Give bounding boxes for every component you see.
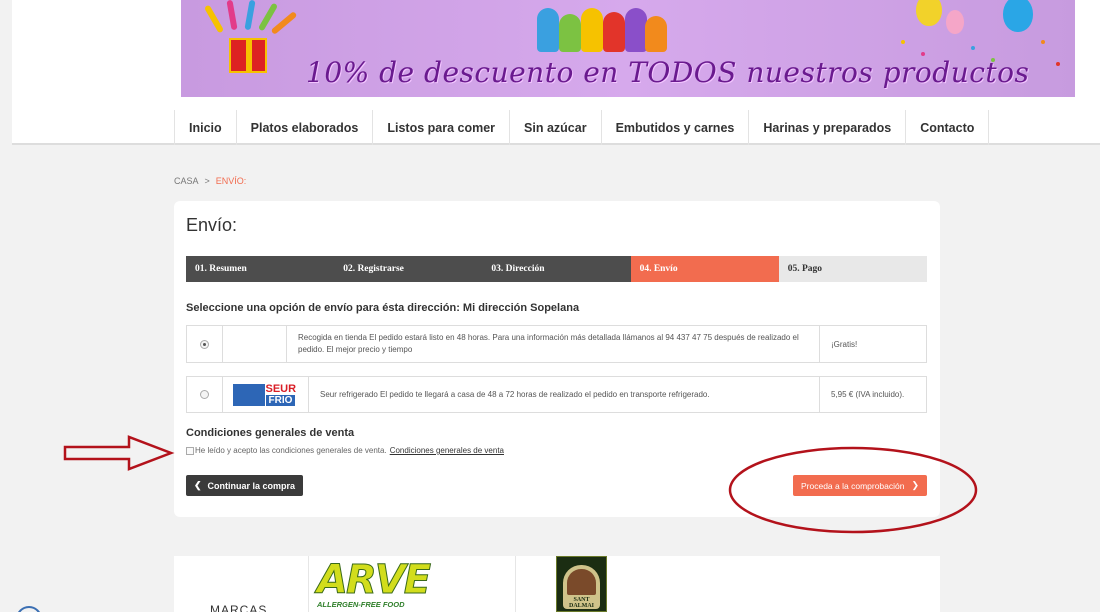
seur-frio-logo: SEUR FRIO <box>232 382 299 406</box>
breadcrumb: CASA > ENVÍO: <box>174 176 246 186</box>
nav-item-embutidos-y-carnes[interactable]: Embutidos y carnes <box>602 110 750 145</box>
step-pago: 05. Pago <box>778 256 927 282</box>
shipping-option-pickup[interactable]: Recogida en tienda El pedido estará list… <box>186 325 927 363</box>
gift-box-graphic <box>229 38 267 73</box>
nav-item-platos-elaborados[interactable]: Platos elaborados <box>237 110 374 145</box>
help-bubble-icon[interactable] <box>16 606 42 612</box>
radio-cell <box>187 326 223 362</box>
confetti-graphic <box>971 46 975 50</box>
nav-item-inicio[interactable]: Inicio <box>174 110 237 145</box>
red-arrow-annotation <box>63 435 175 471</box>
frio-logo-text: FRIO <box>265 394 296 406</box>
breadcrumb-separator: > <box>204 176 210 186</box>
step-registrarse[interactable]: 02. Registrarse <box>334 256 483 282</box>
terms-checkbox-label[interactable]: He leído y acepto las condiciones genera… <box>195 446 387 455</box>
continue-shopping-label: Continuar la compra <box>207 480 296 491</box>
shipping-prompt: Seleccione una opción de envío para ésta… <box>186 302 580 314</box>
pickup-radio[interactable] <box>200 339 209 349</box>
terms-checkbox[interactable] <box>186 446 194 455</box>
conditions-row: He leído y acepto las condiciones genera… <box>186 446 504 455</box>
seur-description: Seur refrigerado El pedido te llegará a … <box>309 377 820 412</box>
nav-item-listos-para-comer[interactable]: Listos para comer <box>373 110 511 145</box>
balloon-graphic <box>1003 0 1033 32</box>
arve-logo-tagline: ALLERGEN-FREE FOOD <box>317 600 405 609</box>
seur-radio[interactable] <box>200 390 209 399</box>
confetti-graphic <box>1041 40 1045 44</box>
page-title: Envío: <box>186 215 238 235</box>
breadcrumb-home-link[interactable]: CASA <box>174 176 199 186</box>
terms-link[interactable]: Condiciones generales de venta <box>390 446 504 455</box>
nav-item-sin-azucar[interactable]: Sin azúcar <box>510 110 602 145</box>
seur-logo-cell: SEUR FRIO <box>223 377 309 412</box>
checkout-steps: 01. Resumen 02. Registrarse 03. Direcció… <box>186 256 927 282</box>
balloon-graphic <box>946 10 964 34</box>
step-resumen[interactable]: 01. Resumen <box>186 256 335 282</box>
people-figures-graphic <box>537 0 667 52</box>
sant-dalmai-badge: SANT DALMAI <box>563 565 600 609</box>
continue-shopping-button[interactable]: ❮ Continuar la compra <box>186 475 304 496</box>
pickup-description: Recogida en tienda El pedido estará list… <box>287 326 820 362</box>
nav-item-contacto[interactable]: Contacto <box>906 110 990 145</box>
arve-brand-cell[interactable]: ARVE ALLERGEN-FREE FOOD <box>309 556 516 612</box>
confetti-graphic <box>901 40 905 44</box>
arve-logo: ARVE ALLERGEN-FREE FOOD <box>313 557 431 610</box>
banner-headline: 10% de descuento en TODOS nuestros produ… <box>306 56 1030 89</box>
pickup-logo-cell <box>223 326 287 362</box>
party-streamers-graphic <box>201 0 298 40</box>
balloon-graphic <box>916 0 942 26</box>
confetti-graphic <box>1056 62 1060 66</box>
conditions-title: Condiciones generales de venta <box>186 427 355 439</box>
seur-logo-block <box>232 383 265 406</box>
brands-label-cell: MARCAS <box>174 556 309 612</box>
arve-logo-word: ARVE <box>316 557 431 604</box>
brands-strip: MARCAS ARVE ALLERGEN-FREE FOOD SANT DALM… <box>174 556 940 612</box>
pickup-price: ¡Gratis! <box>831 339 858 349</box>
step-envio: 04. Envío <box>630 256 779 282</box>
nav-item-harinas-y-preparados[interactable]: Harinas y preparados <box>749 110 907 145</box>
radio-cell <box>187 377 223 412</box>
chevron-left-icon: ❮ <box>194 480 202 490</box>
promo-banner[interactable]: 10% de descuento en TODOS nuestros produ… <box>181 0 1075 97</box>
sant-dalmai-text: SANT DALMAI <box>569 597 594 609</box>
seur-logo-text: SEUR <box>265 382 297 395</box>
brands-label: MARCAS <box>210 603 268 612</box>
seur-price: 5,95 € (IVA incluido). <box>831 390 905 399</box>
red-circle-annotation <box>728 446 978 534</box>
breadcrumb-current: ENVÍO: <box>215 176 247 186</box>
step-direccion[interactable]: 03. Dirección <box>482 256 631 282</box>
shipping-option-seur[interactable]: SEUR FRIO Seur refrigerado El pedido te … <box>186 376 927 413</box>
sant-dalmai-badge-inner <box>567 569 596 595</box>
main-navigation: Inicio Platos elaborados Listos para com… <box>174 110 990 145</box>
sant-dalmai-logo[interactable]: SANT DALMAI <box>556 556 607 612</box>
